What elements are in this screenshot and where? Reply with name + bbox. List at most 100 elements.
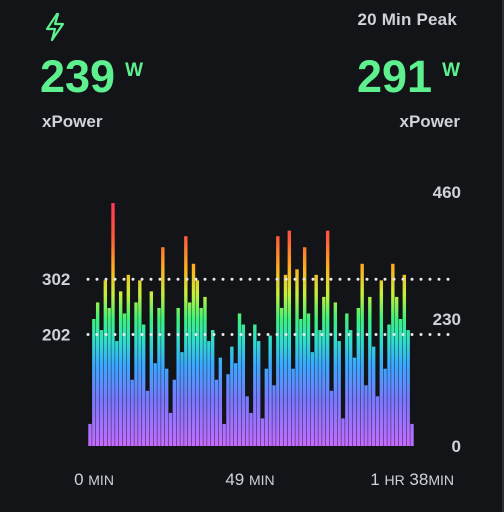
power-bar (341, 418, 345, 446)
power-bar (161, 247, 165, 446)
power-bar (291, 368, 295, 446)
power-bar (187, 302, 192, 446)
power-bar (195, 280, 200, 446)
power-bar (352, 357, 357, 446)
power-bar (256, 341, 261, 446)
power-bar (164, 368, 169, 446)
power-bar (398, 319, 403, 446)
current-xpower-label: xPower (42, 112, 103, 131)
power-bar (387, 324, 391, 446)
power-bar (199, 307, 203, 446)
power-bar (325, 230, 330, 446)
power-bar (157, 307, 161, 446)
power-bar (268, 335, 272, 446)
power-bar (375, 396, 380, 446)
power-bar (391, 263, 395, 446)
power-bar (149, 291, 154, 446)
power-bar (314, 274, 318, 446)
power-bar (322, 296, 326, 446)
current-xpower-unit: W (125, 60, 144, 81)
reference-label: 202 (42, 325, 70, 344)
power-bar (218, 357, 223, 446)
power-bar (272, 385, 276, 446)
power-bar (107, 307, 111, 446)
power-bar (333, 302, 338, 446)
power-bar (249, 412, 253, 446)
power-bar (379, 280, 384, 446)
power-bar (92, 319, 96, 446)
power-bar (245, 396, 249, 446)
power-bar (145, 390, 150, 446)
power-bar (368, 296, 372, 446)
power-bar (210, 330, 215, 446)
power-bar (310, 352, 315, 446)
x-tick-label: 1 HR 38MIN (370, 470, 454, 489)
power-bar (253, 324, 257, 446)
current-xpower-value: 239 (40, 51, 116, 102)
power-bar (230, 346, 234, 446)
power-bar (264, 368, 269, 446)
power-bar (214, 379, 219, 446)
power-bar (260, 418, 265, 446)
power-bar (406, 330, 410, 446)
power-bar (241, 324, 246, 446)
peak-label: 20 Min Peak (357, 10, 457, 29)
power-bar (141, 324, 146, 446)
x-axis-labels: 0 MIN 49 MIN 1 HR 38MIN (74, 470, 454, 489)
power-bar (126, 274, 131, 446)
reference-label: 302 (42, 270, 70, 289)
power-bar (130, 379, 134, 446)
power-bar (111, 203, 115, 446)
peak-xpower-value: 291 (356, 51, 433, 102)
power-bars (88, 203, 414, 446)
power-bar (172, 379, 177, 446)
power-bar (287, 230, 292, 446)
power-bar (383, 368, 387, 446)
power-bar (203, 296, 207, 446)
peak-xpower: 291 W (357, 54, 460, 100)
power-bar (276, 236, 280, 446)
xpower-card: 20 Min Peak 239 W 291 W xPower xPower 460 2… (0, 0, 504, 512)
power-bar (191, 263, 196, 446)
power-bar (364, 385, 368, 446)
power-bar (103, 280, 108, 446)
peak-xpower-label: xPower (399, 112, 460, 131)
power-bar (176, 307, 180, 446)
power-bar (99, 330, 104, 446)
power-bar (180, 352, 184, 446)
power-bar (337, 341, 341, 446)
power-bar (283, 274, 288, 446)
power-bar (371, 346, 376, 446)
power-bar (302, 247, 307, 446)
x-tick-label: 0 MIN (74, 470, 114, 489)
power-bar (318, 330, 322, 446)
y-tick-label: 0 (452, 437, 461, 456)
power-bar (184, 236, 188, 446)
power-bar (410, 423, 414, 446)
power-bar (360, 263, 364, 446)
lightning-bolt-icon (45, 12, 65, 42)
power-bar (207, 341, 211, 446)
power-bar (329, 390, 334, 446)
power-bar (222, 423, 226, 446)
power-bar (394, 296, 399, 446)
peak-xpower-unit: W (442, 60, 460, 81)
power-bar (226, 374, 230, 446)
power-bar (295, 269, 299, 446)
power-bar (279, 307, 284, 446)
current-xpower: 239 W (40, 54, 143, 100)
power-bar (153, 363, 157, 446)
power-chart: 460 230 0 302 202 0 MIN 49 MIN 1 HR 38MIN (42, 183, 461, 489)
power-bar (168, 412, 173, 446)
power-bar (306, 313, 311, 446)
power-bar (348, 330, 353, 446)
power-bar (115, 341, 119, 446)
power-bar (134, 302, 138, 446)
power-bar (233, 363, 238, 446)
power-bar (95, 302, 100, 446)
power-bar (88, 423, 92, 446)
power-bar (402, 274, 407, 446)
y-tick-label: 230 (433, 310, 461, 329)
power-bar (356, 307, 361, 446)
power-bar (118, 291, 123, 446)
